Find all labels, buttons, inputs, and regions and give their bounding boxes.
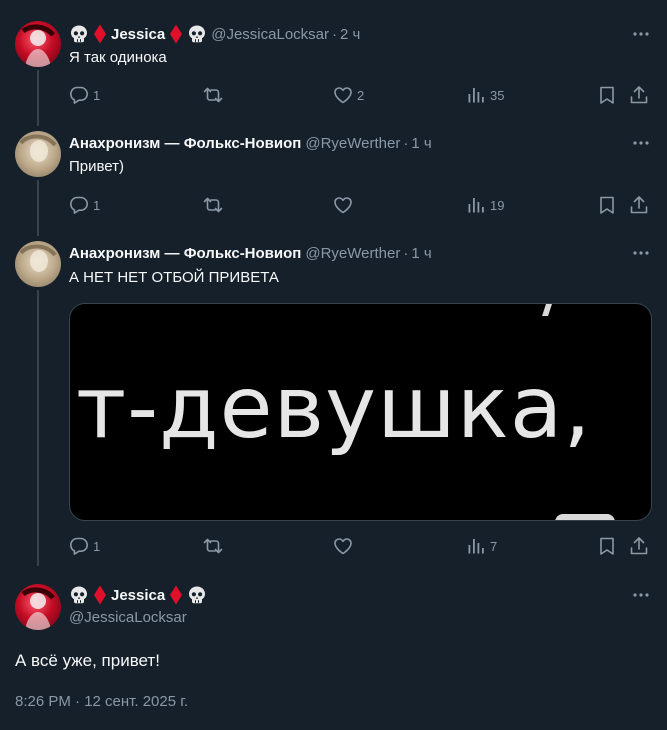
share-icon [629, 85, 649, 105]
skull-icon [187, 24, 207, 44]
views-button[interactable]: 19 [466, 195, 504, 215]
like-button[interactable] [333, 195, 357, 215]
display-name[interactable]: Анахронизм — Фолькс-Новиоп [69, 135, 301, 152]
reply-count: 1 [93, 538, 101, 554]
bookmark-icon [597, 85, 617, 105]
thread-line [37, 180, 39, 236]
separator-dot: · [403, 134, 409, 152]
reply-button[interactable]: 1 [69, 195, 100, 215]
media-caption-text: т-девушка, [76, 358, 592, 458]
diamond-icon [93, 585, 107, 605]
avatar[interactable] [15, 584, 61, 630]
like-count: 2 [357, 87, 365, 103]
reply-count: 1 [93, 197, 101, 213]
media-fragment [555, 514, 615, 520]
reply-icon [69, 536, 89, 556]
share-button[interactable] [629, 85, 649, 105]
like-icon [333, 536, 353, 556]
bookmark-button[interactable] [597, 536, 617, 556]
thread-line [37, 70, 39, 126]
tweet-text: Привет) [69, 158, 125, 175]
like-icon [333, 195, 353, 215]
like-button[interactable] [333, 536, 357, 556]
username[interactable]: @JessicaLocksar [69, 609, 187, 626]
retweet-icon [203, 85, 223, 105]
like-icon [333, 85, 353, 105]
retweet-button[interactable] [203, 195, 227, 215]
reply-button[interactable]: 1 [69, 85, 100, 105]
views-count: 35 [490, 87, 505, 103]
diamond-icon [169, 24, 183, 44]
views-count: 7 [490, 538, 498, 554]
username[interactable]: @RyeWerther [305, 245, 400, 262]
more-icon[interactable] [631, 24, 651, 44]
separator-dot: · [403, 244, 409, 262]
bookmark-icon [597, 536, 617, 556]
retweet-icon [203, 195, 223, 215]
diamond-icon [93, 24, 107, 44]
bookmark-icon [597, 195, 617, 215]
timestamp[interactable]: 1 ч [411, 245, 431, 262]
views-icon [466, 85, 486, 105]
views-button[interactable]: 35 [466, 85, 504, 105]
reply-button[interactable]: 1 [69, 536, 100, 556]
reply-icon [69, 85, 89, 105]
more-icon[interactable] [631, 243, 651, 263]
username[interactable]: @JessicaLocksar [211, 26, 329, 43]
share-icon [629, 195, 649, 215]
skull-icon [69, 24, 89, 44]
tweet-text: А НЕТ НЕТ ОТБОЙ ПРИВЕТА [69, 269, 279, 286]
avatar[interactable] [15, 241, 61, 287]
bookmark-button[interactable] [597, 85, 617, 105]
diamond-icon [169, 585, 183, 605]
main-tweet-timestamp[interactable]: 8:26 PM · 12 сент. 2025 г. [15, 693, 188, 710]
share-button[interactable] [629, 536, 649, 556]
tweet-actions: 1 2 35 [69, 85, 649, 105]
username[interactable]: @RyeWerther [305, 135, 400, 152]
tweet-actions: 1 7 [69, 536, 649, 556]
views-button[interactable]: 7 [466, 536, 497, 556]
display-name[interactable]: Jessica [111, 26, 165, 43]
views-count: 19 [490, 197, 505, 213]
tweet-header: Jessica @JessicaLocksar · 2 ч [69, 24, 360, 44]
avatar[interactable] [15, 21, 61, 67]
retweet-button[interactable] [203, 85, 227, 105]
tweet-media[interactable]: т-девушка, [69, 303, 652, 521]
tweet-text: Я так одинока [69, 49, 167, 66]
reply-icon [69, 195, 89, 215]
reply-count: 1 [93, 87, 101, 103]
more-icon[interactable] [631, 585, 651, 605]
timestamp[interactable]: 2 ч [340, 26, 360, 43]
bookmark-button[interactable] [597, 195, 617, 215]
main-tweet-name-row: Jessica [69, 585, 207, 605]
tweet-header: Анахронизм — Фолькс-Новиоп @RyeWerther ·… [69, 243, 432, 263]
like-button[interactable]: 2 [333, 85, 364, 105]
skull-icon [69, 585, 89, 605]
tweet-header: Анахронизм — Фолькс-Новиоп @RyeWerther ·… [69, 133, 432, 153]
media-fragment [542, 304, 554, 316]
display-name[interactable]: Jessica [111, 587, 165, 604]
views-icon [466, 195, 486, 215]
share-icon [629, 536, 649, 556]
tweet-actions: 1 19 [69, 195, 649, 215]
skull-icon [187, 585, 207, 605]
display-name[interactable]: Анахронизм — Фолькс-Новиоп [69, 245, 301, 262]
share-button[interactable] [629, 195, 649, 215]
views-icon [466, 536, 486, 556]
timestamp[interactable]: 1 ч [411, 135, 431, 152]
main-tweet-text: А всё уже, привет! [15, 651, 160, 670]
more-icon[interactable] [631, 133, 651, 153]
retweet-button[interactable] [203, 536, 227, 556]
thread-line [37, 290, 39, 566]
avatar[interactable] [15, 131, 61, 177]
separator-dot: · [332, 25, 338, 43]
retweet-icon [203, 536, 223, 556]
